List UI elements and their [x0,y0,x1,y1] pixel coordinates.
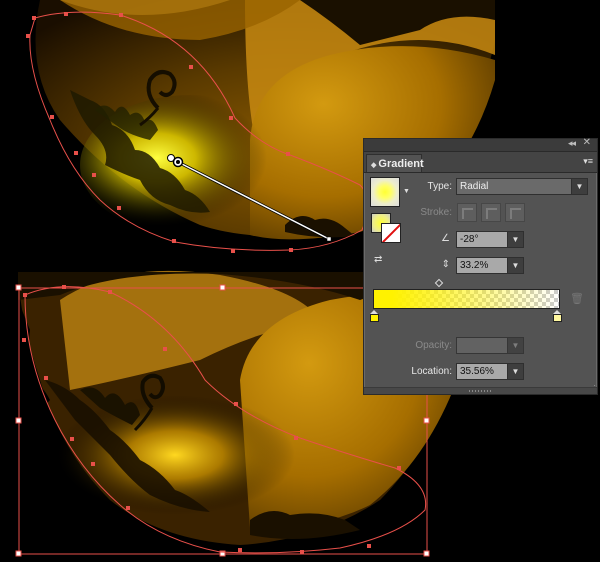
panel-menu-icon[interactable]: ▾≡ [583,157,593,166]
gradient-ramp-fill [374,290,559,308]
stroke-across-icon [510,208,521,219]
location-label: Location: [411,366,452,377]
stroke-across-button[interactable] [505,203,525,222]
stroke-within-icon [462,208,473,219]
angle-input[interactable]: -28° ▼ [456,231,524,248]
gradient-panel: ◂◂ ✕ ◆ Gradient ▾≡ ▼ Type: Radial ▼ Strok… [363,137,598,395]
gradient-ramp-slider[interactable] [373,289,560,309]
aspect-ratio-icon: ⇕ [441,259,450,270]
stroke-none-swatch[interactable] [381,223,401,243]
reverse-gradient-icon[interactable]: ⇄ [374,254,392,268]
aspect-dropdown-icon[interactable]: ▼ [507,258,523,273]
stroke-along-button[interactable] [481,203,501,222]
stroke-within-button[interactable] [457,203,477,222]
angle-dropdown-icon[interactable]: ▼ [507,232,523,247]
chevron-down-icon[interactable]: ▼ [571,179,587,194]
aspect-ratio-value: 33.2% [460,260,489,271]
tab-gradient-label: Gradient [378,158,424,170]
opacity-input: ▼ [456,337,524,354]
tab-gradient[interactable]: ◆ Gradient [366,154,424,172]
swatch-dropdown-icon[interactable]: ▼ [403,188,410,195]
gradient-stop-right[interactable] [553,310,562,323]
opacity-label: Opacity: [415,340,452,351]
type-label: Type: [427,181,452,192]
location-dropdown-icon[interactable]: ▼ [507,364,523,379]
gradient-preview-swatch[interactable] [370,177,400,207]
opacity-dropdown-icon: ▼ [507,338,523,353]
location-value: 35.56% [460,366,494,377]
collapse-icon[interactable]: ◂◂ [568,138,576,149]
type-select[interactable]: Radial ▼ [456,178,588,195]
fill-stroke-swatch[interactable] [371,213,401,243]
stroke-along-icon [486,208,497,219]
aspect-ratio-input[interactable]: 33.2% ▼ [456,257,524,274]
panel-tabbar: ◆ Gradient ▾≡ [364,152,597,173]
stroke-label: Stroke: [420,207,452,218]
delete-stop-icon[interactable]: 🗑 [570,292,584,305]
gradient-stop-left[interactable] [370,310,379,323]
angle-icon: ∠ [441,233,450,244]
panel-bottom-grip[interactable] [364,387,597,394]
type-value: Radial [460,181,489,192]
tab-arrows-icon: ◆ [371,162,377,169]
panel-titlebar[interactable]: ◂◂ ✕ [364,137,597,152]
location-input[interactable]: 35.56% ▼ [456,363,524,380]
close-icon[interactable]: ✕ [583,137,591,148]
gradient-midpoint-diamond[interactable] [434,278,444,288]
angle-value: -28° [460,234,479,245]
